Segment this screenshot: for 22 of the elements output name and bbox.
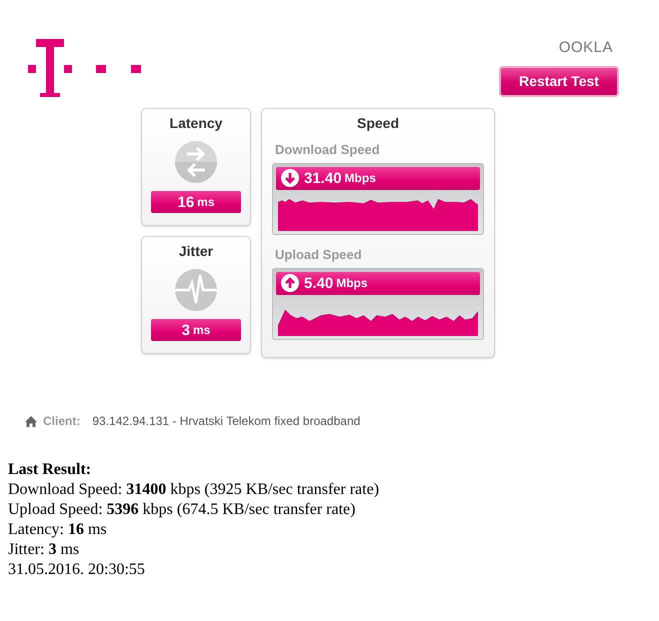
result-line: Upload Speed: 5396 kbps (674.5 KB/sec transfer rate)	[8, 500, 356, 520]
speed-label: Upload Speed	[275, 247, 362, 262]
speed-value: 5.40 Mbps	[276, 272, 480, 295]
client-label: Client:	[43, 414, 80, 428]
ookla-logo: OOKLA	[558, 39, 613, 56]
speed-title: Speed	[356, 115, 399, 131]
result-line: Jitter: 3 ms	[8, 540, 80, 560]
home-icon	[25, 416, 37, 426]
result-title: Last Result:	[8, 460, 92, 480]
speed-label: Download Speed	[275, 142, 380, 157]
result-line: Download Speed: 31400 kbps (3925 KB/sec transfer rate)	[8, 480, 380, 500]
metric-value: 3 ms	[151, 319, 241, 341]
result-line: 31.05.2016. 20:30:55	[8, 560, 146, 580]
result-line: Latency: 16 ms	[8, 520, 108, 540]
arrows-icon	[173, 139, 219, 185]
metric-title: Latency	[170, 115, 222, 131]
speed-value: 31.40 Mbps	[276, 167, 480, 190]
client-info: 93.142.94.131 - Hrvatski Telekom fixed broadband	[92, 414, 360, 428]
metric-value: 16 ms	[151, 191, 241, 213]
metric-title: Jitter	[178, 243, 214, 259]
restart-test-button[interactable]: Restart Test	[499, 66, 619, 97]
pulse-icon	[173, 267, 219, 313]
